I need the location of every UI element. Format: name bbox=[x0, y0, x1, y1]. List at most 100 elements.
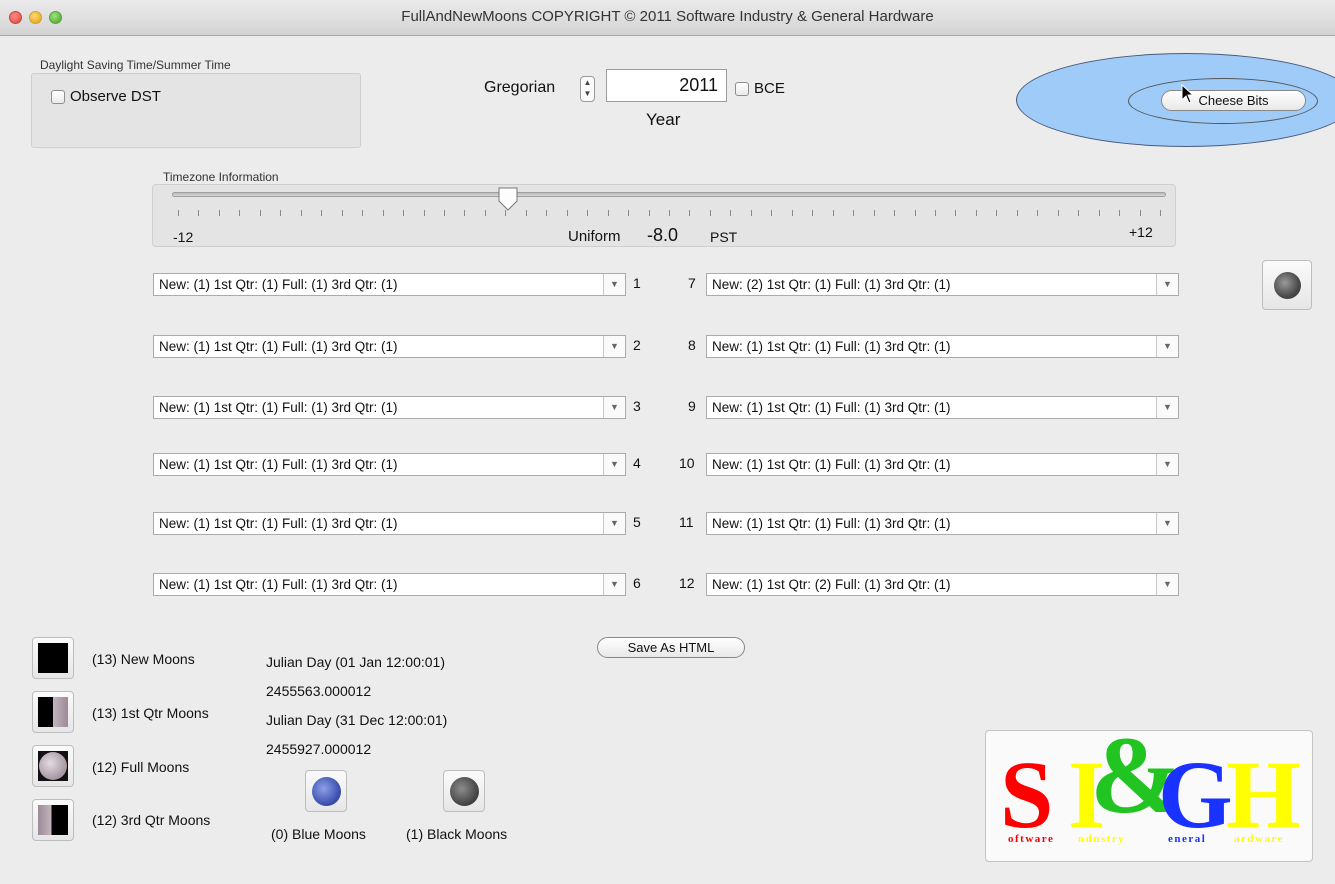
first-quarter-moon-icon bbox=[38, 697, 68, 727]
logo-word-ardware: ardware bbox=[1234, 833, 1285, 845]
slider-tick bbox=[341, 210, 343, 216]
chevron-down-icon[interactable]: ▼ bbox=[1156, 274, 1178, 295]
slider-tick bbox=[894, 210, 896, 216]
new-moons-button[interactable] bbox=[32, 637, 74, 679]
slider-tick bbox=[689, 210, 691, 216]
month-7-number: 7 bbox=[688, 275, 696, 291]
full-moon-frame bbox=[38, 751, 68, 781]
timezone-min-label: -12 bbox=[173, 229, 194, 245]
month-3-combo[interactable]: New: (1) 1st Qtr: (1) Full: (1) 3rd Qtr:… bbox=[153, 396, 626, 419]
month-9-number: 9 bbox=[688, 398, 696, 414]
month-5-number: 5 bbox=[633, 514, 641, 530]
month-2-combo[interactable]: New: (1) 1st Qtr: (1) Full: (1) 3rd Qtr:… bbox=[153, 335, 626, 358]
slider-tick bbox=[1078, 210, 1080, 216]
month-6-summary: New: (1) 1st Qtr: (1) Full: (1) 3rd Qtr:… bbox=[159, 577, 398, 592]
calendar-stepper[interactable]: ▲ ▼ bbox=[580, 76, 595, 102]
chevron-down-icon[interactable]: ▼ bbox=[1156, 513, 1178, 534]
month-7-summary: New: (2) 1st Qtr: (1) Full: (1) 3rd Qtr:… bbox=[712, 277, 951, 292]
slider-tick bbox=[403, 210, 405, 216]
slider-tick bbox=[914, 210, 916, 216]
new-moon-icon bbox=[38, 643, 68, 673]
slider-tick bbox=[382, 210, 384, 216]
timezone-mode-label: Uniform bbox=[568, 228, 621, 245]
month-10-number: 10 bbox=[679, 455, 695, 471]
slider-tick bbox=[791, 210, 793, 216]
slider-tick bbox=[853, 210, 855, 216]
month-2-summary: New: (1) 1st Qtr: (1) Full: (1) 3rd Qtr:… bbox=[159, 339, 398, 354]
timezone-slider-track[interactable] bbox=[172, 192, 1166, 197]
slider-tick bbox=[423, 210, 425, 216]
month-6-combo[interactable]: New: (1) 1st Qtr: (1) Full: (1) 3rd Qtr:… bbox=[153, 573, 626, 596]
slider-tick bbox=[1037, 210, 1039, 216]
month-11-combo[interactable]: New: (1) 1st Qtr: (1) Full: (1) 3rd Qtr:… bbox=[706, 512, 1179, 535]
slider-tick bbox=[975, 210, 977, 216]
month-1-combo[interactable]: New: (1) 1st Qtr: (1) Full: (1) 3rd Qtr:… bbox=[153, 273, 626, 296]
month-11-summary: New: (1) 1st Qtr: (1) Full: (1) 3rd Qtr:… bbox=[712, 516, 951, 531]
slider-tick bbox=[300, 210, 302, 216]
slider-tick bbox=[628, 210, 630, 216]
month-2-number: 2 bbox=[633, 337, 641, 353]
month-5-summary: New: (1) 1st Qtr: (1) Full: (1) 3rd Qtr:… bbox=[159, 516, 398, 531]
month-12-combo[interactable]: New: (1) 1st Qtr: (2) Full: (1) 3rd Qtr:… bbox=[706, 573, 1179, 596]
black-moons-button[interactable] bbox=[443, 770, 485, 812]
julian-start-label: Julian Day (01 Jan 12:00:01) bbox=[266, 654, 445, 670]
observe-dst-checkbox[interactable] bbox=[51, 90, 65, 104]
timezone-offset-value: -8.0 bbox=[647, 225, 679, 245]
blue-moons-button[interactable] bbox=[305, 770, 347, 812]
slider-tick bbox=[587, 210, 589, 216]
logo-letter-s: S bbox=[1000, 741, 1054, 848]
save-as-html-button[interactable]: Save As HTML bbox=[597, 637, 745, 658]
chevron-down-icon[interactable]: ▼ bbox=[603, 274, 625, 295]
chevron-down-icon[interactable]: ▼ bbox=[603, 336, 625, 357]
month-7-combo[interactable]: New: (2) 1st Qtr: (1) Full: (1) 3rd Qtr:… bbox=[706, 273, 1179, 296]
observe-dst-label: Observe DST bbox=[70, 88, 161, 105]
third-qtr-moons-button[interactable] bbox=[32, 799, 74, 841]
first-qtr-moons-button[interactable] bbox=[32, 691, 74, 733]
timezone-slider-thumb[interactable] bbox=[498, 187, 518, 211]
slider-tick bbox=[648, 210, 650, 216]
full-moon-icon bbox=[39, 752, 67, 780]
third-qtr-moons-count: (12) 3rd Qtr Moons bbox=[92, 812, 211, 828]
slider-tick bbox=[750, 210, 752, 216]
blue-moon-icon bbox=[312, 777, 341, 806]
month-3-summary: New: (1) 1st Qtr: (1) Full: (1) 3rd Qtr:… bbox=[159, 400, 398, 415]
chevron-down-icon[interactable]: ▼ bbox=[1156, 336, 1178, 357]
chevron-down-icon[interactable]: ▼ bbox=[603, 397, 625, 418]
chevron-down-icon[interactable]: ▼ bbox=[1156, 454, 1178, 475]
chevron-down-icon[interactable]: ▼ bbox=[603, 574, 625, 595]
black-moon-icon bbox=[450, 777, 479, 806]
dst-group-label: Daylight Saving Time/Summer Time bbox=[40, 58, 231, 72]
chevron-down-icon[interactable]: ▼ bbox=[1156, 574, 1178, 595]
year-input[interactable]: 2011 bbox=[606, 69, 727, 102]
month-8-combo[interactable]: New: (1) 1st Qtr: (1) Full: (1) 3rd Qtr:… bbox=[706, 335, 1179, 358]
month-4-summary: New: (1) 1st Qtr: (1) Full: (1) 3rd Qtr:… bbox=[159, 457, 398, 472]
slider-tick bbox=[525, 210, 527, 216]
slider-tick bbox=[566, 210, 568, 216]
moon-phase-button[interactable] bbox=[1262, 260, 1312, 310]
timezone-zone-label: PST bbox=[710, 229, 738, 245]
month-9-combo[interactable]: New: (1) 1st Qtr: (1) Full: (1) 3rd Qtr:… bbox=[706, 396, 1179, 419]
slider-tick bbox=[484, 210, 486, 216]
dst-group-box bbox=[31, 73, 361, 148]
chevron-down-icon[interactable]: ▼ bbox=[1156, 397, 1178, 418]
month-5-combo[interactable]: New: (1) 1st Qtr: (1) Full: (1) 3rd Qtr:… bbox=[153, 512, 626, 535]
chevron-down-icon[interactable]: ▼ bbox=[603, 513, 625, 534]
logo-letter-g: G bbox=[1158, 741, 1233, 848]
window-title: FullAndNewMoons COPYRIGHT © 2011 Softwar… bbox=[401, 8, 934, 25]
month-4-combo[interactable]: New: (1) 1st Qtr: (1) Full: (1) 3rd Qtr:… bbox=[153, 453, 626, 476]
slider-tick bbox=[546, 210, 548, 216]
month-10-combo[interactable]: New: (1) 1st Qtr: (1) Full: (1) 3rd Qtr:… bbox=[706, 453, 1179, 476]
blue-moons-count: (0) Blue Moons bbox=[271, 826, 366, 842]
full-moons-button[interactable] bbox=[32, 745, 74, 787]
slider-tick bbox=[1057, 210, 1059, 216]
chevron-down-icon[interactable]: ▼ bbox=[603, 454, 625, 475]
bce-checkbox[interactable] bbox=[735, 82, 749, 96]
month-8-number: 8 bbox=[688, 337, 696, 353]
slider-tick bbox=[1119, 210, 1121, 216]
slider-tick bbox=[873, 210, 875, 216]
julian-end-label: Julian Day (31 Dec 12:00:01) bbox=[266, 712, 448, 728]
month-3-number: 3 bbox=[633, 398, 641, 414]
slider-tick bbox=[1160, 210, 1161, 216]
month-12-number: 12 bbox=[679, 575, 695, 591]
slider-tick bbox=[934, 210, 936, 216]
